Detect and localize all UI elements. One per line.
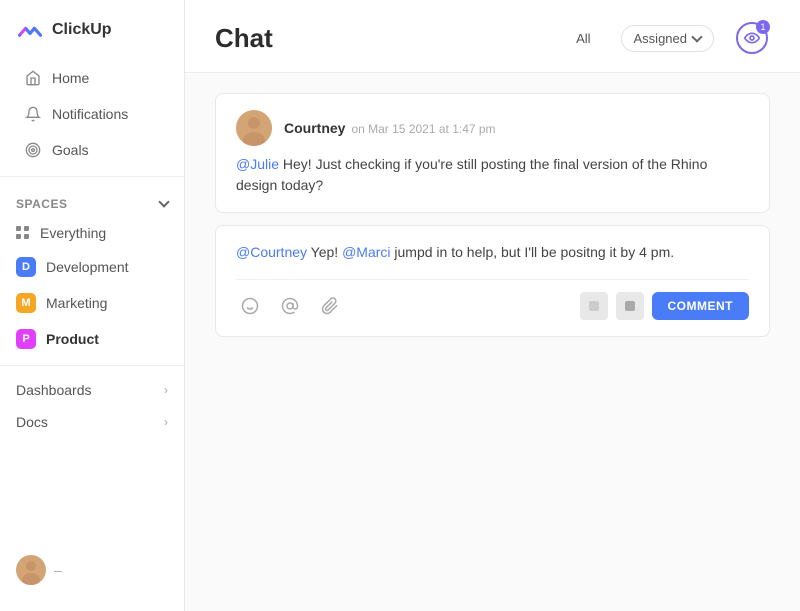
page-title: Chat [215,23,546,54]
product-label: Product [46,331,99,347]
filter-all-button[interactable]: All [566,26,600,51]
emoji-button[interactable] [236,292,264,320]
user-avatar[interactable] [16,555,46,585]
format-button-2[interactable] [616,292,644,320]
input-action-buttons [236,292,344,320]
spaces-section-header: Spaces [0,185,184,217]
sidebar: ClickUp Home Notifications Goals Sp [0,0,185,611]
chat-area: Courtney on Mar 15 2021 at 1:47 pm @Juli… [185,73,800,611]
product-badge: P [16,329,36,349]
marketing-label: Marketing [46,295,107,311]
format-button-1[interactable] [580,292,608,320]
main-header: Chat All Assigned 1 [185,0,800,73]
courtney-avatar [236,110,272,146]
spaces-label: Spaces [16,197,67,211]
message-time-1: on Mar 15 2021 at 1:47 pm [351,122,495,136]
assigned-chevron-icon [691,31,702,42]
reply-input-row: COMMENT [236,279,749,320]
bell-icon [24,105,42,123]
reply-block: @Courtney Yep! @Marci jumpd in to help, … [215,225,770,337]
dashboards-chevron-icon: › [164,383,168,397]
docs-label: Docs [16,414,48,430]
notifications-eye-button[interactable]: 1 [734,20,770,56]
sidebar-item-docs[interactable]: Docs › [0,406,184,438]
reply-text-1: Yep! [307,244,342,260]
reply-text: @Courtney Yep! @Marci jumpd in to help, … [236,242,749,263]
dashboards-label: Dashboards [16,382,92,398]
docs-chevron-icon: › [164,415,168,429]
sidebar-item-notifications[interactable]: Notifications [8,97,176,131]
mention-courtney: @Courtney [236,244,307,260]
message-text-1: @Julie Hey! Just checking if you're stil… [236,154,749,196]
development-badge: D [16,257,36,277]
sidebar-item-marketing[interactable]: M Marketing [0,286,184,320]
assigned-label: Assigned [634,31,687,46]
sidebar-item-development[interactable]: D Development [0,250,184,284]
chat-message-1: Courtney on Mar 15 2021 at 1:47 pm @Juli… [215,93,770,213]
main-content: Chat All Assigned 1 [185,0,800,611]
sidebar-item-home[interactable]: Home [8,61,176,95]
attach-button[interactable] [316,292,344,320]
home-label: Home [52,70,89,86]
right-action-buttons: COMMENT [580,292,750,320]
notifications-label: Notifications [52,106,128,122]
mention-button[interactable] [276,292,304,320]
message-author-1: Courtney [284,120,345,136]
chevron-down-icon [160,197,168,211]
notification-count-badge: 1 [756,20,770,34]
sidebar-bottom: – [0,545,184,595]
everything-icon [16,226,30,240]
sidebar-item-goals[interactable]: Goals [8,133,176,167]
logo-area[interactable]: ClickUp [0,16,184,60]
everything-label: Everything [40,225,106,241]
mention-julie: @Julie [236,156,279,172]
sidebar-item-product[interactable]: P Product [0,322,184,356]
message-header-1: Courtney on Mar 15 2021 at 1:47 pm [236,110,749,146]
clickup-logo-icon [16,16,44,44]
comment-button[interactable]: COMMENT [652,292,750,320]
divider-1 [0,176,184,177]
mention-marci: @Marci [342,244,390,260]
sidebar-item-everything[interactable]: Everything [0,218,184,248]
divider-2 [0,365,184,366]
app-name: ClickUp [52,21,112,39]
message-meta-1: Courtney on Mar 15 2021 at 1:47 pm [284,120,496,136]
filter-assigned-button[interactable]: Assigned [621,25,714,52]
development-label: Development [46,259,129,275]
goals-label: Goals [52,142,89,158]
goal-icon [24,141,42,159]
message-body-1: Hey! Just checking if you're still posti… [236,156,707,193]
user-menu-dash: – [54,562,62,578]
home-icon [24,69,42,87]
marketing-badge: M [16,293,36,313]
sidebar-item-dashboards[interactable]: Dashboards › [0,374,184,406]
reply-text-2: jumpd in to help, but I'll be positng it… [391,244,675,260]
